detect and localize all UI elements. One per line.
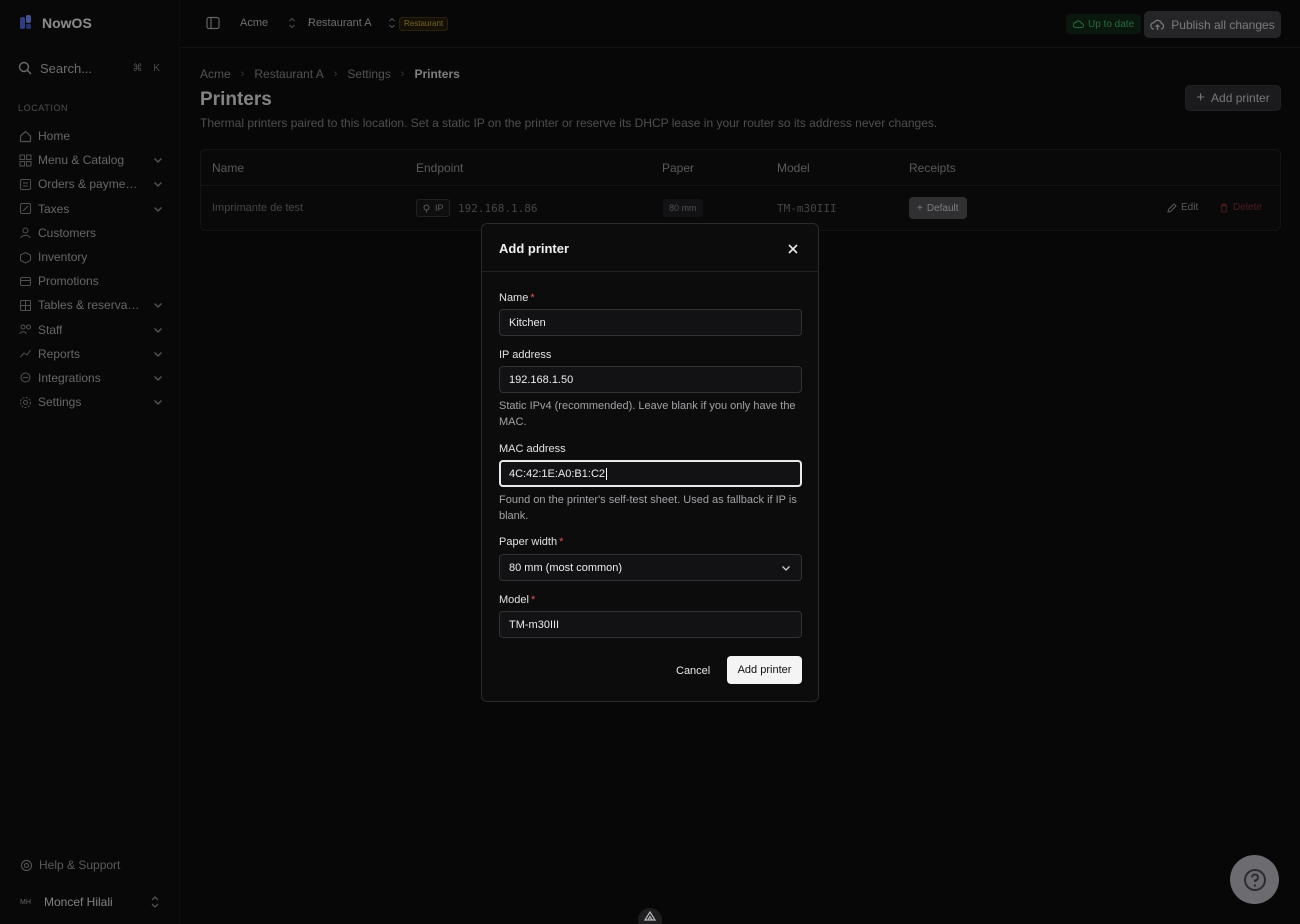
chevron-down-icon [782,565,790,571]
model-label-text: Model [499,594,529,606]
paper-width-label: Paper width * [499,536,563,548]
paper-width-select[interactable]: 80 mm (most common) [499,554,802,581]
required-mark: * [530,594,536,606]
mac-label: MAC address [499,443,566,455]
close-icon[interactable] [787,243,799,255]
name-label: Name * [499,292,535,304]
text-caret [606,467,608,480]
help-fab-button[interactable] [1230,855,1279,904]
add-printer-dialog: Add printer Name * Kitchen IP address 192… [481,223,819,702]
model-label: Model * [499,594,535,606]
dialog-header: Add printer [482,224,818,272]
model-input[interactable]: TM-m30III [499,611,802,638]
dialog-title: Add printer [499,241,570,256]
mac-hint: Found on the printer's self-test sheet. … [499,494,797,522]
required-mark: * [530,292,535,304]
model-value: TM-m30III [509,618,560,631]
paper-label-text: Paper width [499,536,558,548]
ip-address-input[interactable]: 192.168.1.50 [499,366,802,393]
name-label-text: Name [499,292,529,304]
ip-hint: Static IPv4 (recommended). Leave blank i… [499,400,796,428]
required-mark: * [559,536,564,548]
ip-value: 192.168.1.50 [509,373,574,386]
cancel-button[interactable]: Cancel [670,658,716,684]
question-icon [1243,868,1266,891]
name-value: Kitchen [509,316,546,329]
mac-value: 4C:42:1E:A0:B1:C2 [509,467,606,480]
name-input[interactable]: Kitchen [499,309,802,336]
paper-width-value: 80 mm (most common) [509,561,623,574]
mac-address-input[interactable]: 4C:42:1E:A0:B1:C2 [499,460,802,487]
add-printer-submit-button[interactable]: Add printer [727,656,802,684]
ip-label: IP address [499,349,552,361]
